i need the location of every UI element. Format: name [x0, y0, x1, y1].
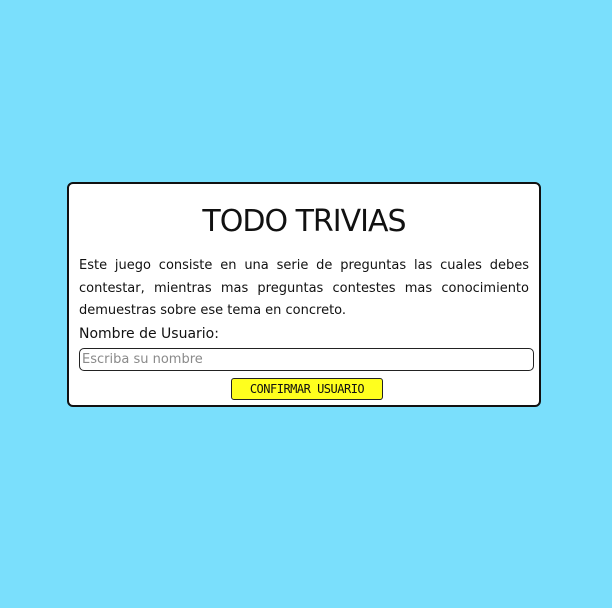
page-title: TODO TRIVIAS	[202, 204, 406, 239]
trivia-intro-card: TODO TRIVIAS Este juego consiste en una …	[67, 182, 541, 407]
username-input[interactable]	[79, 348, 534, 371]
username-label: Nombre de Usuario:	[79, 326, 219, 342]
game-description: Este juego consiste en una serie de preg…	[79, 258, 529, 318]
confirm-user-button[interactable]: CONFIRMAR USUARIO	[231, 378, 383, 400]
